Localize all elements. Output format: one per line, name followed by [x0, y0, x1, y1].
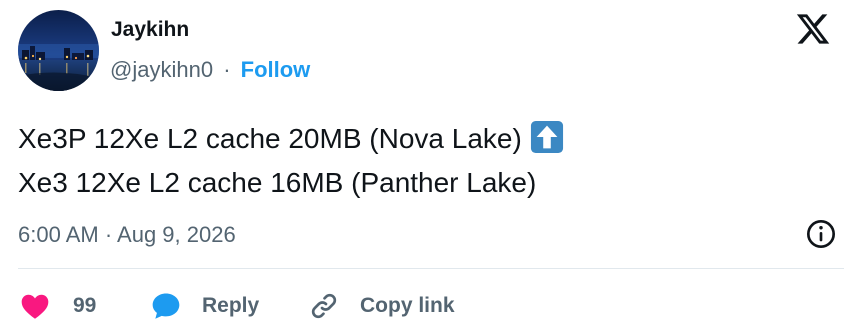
- heart-icon: [21, 294, 49, 319]
- like-button[interactable]: 99: [18, 288, 96, 324]
- info-icon[interactable]: [805, 218, 837, 250]
- reply-button[interactable]: Reply: [149, 288, 259, 324]
- reply-label: Reply: [202, 294, 260, 317]
- speech-bubble-icon: [152, 293, 180, 319]
- tweet-line-text: Xe3P 12Xe L2 cache 20MB (Nova Lake): [18, 123, 522, 154]
- x-logo-icon[interactable]: [795, 11, 831, 47]
- tweet-line: Xe3P 12Xe L2 cache 20MB (Nova Lake): [18, 117, 564, 161]
- divider: [18, 268, 844, 269]
- avatar[interactable]: [18, 10, 99, 91]
- like-count: 99: [73, 294, 97, 317]
- follow-button[interactable]: Follow: [241, 57, 311, 82]
- tweet-card: Jaykihn @jaykihn0 · Follow Xe3P 12Xe L2 …: [0, 0, 865, 334]
- copy-link-button[interactable]: Copy link: [307, 288, 455, 324]
- avatar-image: [18, 10, 99, 91]
- link-icon: [311, 293, 337, 319]
- author-handle[interactable]: @jaykihn0: [110, 57, 213, 82]
- separator-dot: ·: [223, 57, 231, 82]
- tweet-line: Xe3 12Xe L2 cache 16MB (Panther Lake): [18, 167, 537, 198]
- author-name[interactable]: Jaykihn: [111, 18, 189, 42]
- tweet-timestamp[interactable]: 6:00 AM · Aug 9, 2026: [18, 222, 236, 248]
- copy-link-label: Copy link: [360, 294, 455, 317]
- author-handle-row: @jaykihn0 · Follow: [110, 57, 310, 83]
- up-arrow-button-emoji-icon: [530, 120, 563, 154]
- tweet-text: Xe3P 12Xe L2 cache 20MB (Nova Lake) Xe3 …: [18, 117, 564, 205]
